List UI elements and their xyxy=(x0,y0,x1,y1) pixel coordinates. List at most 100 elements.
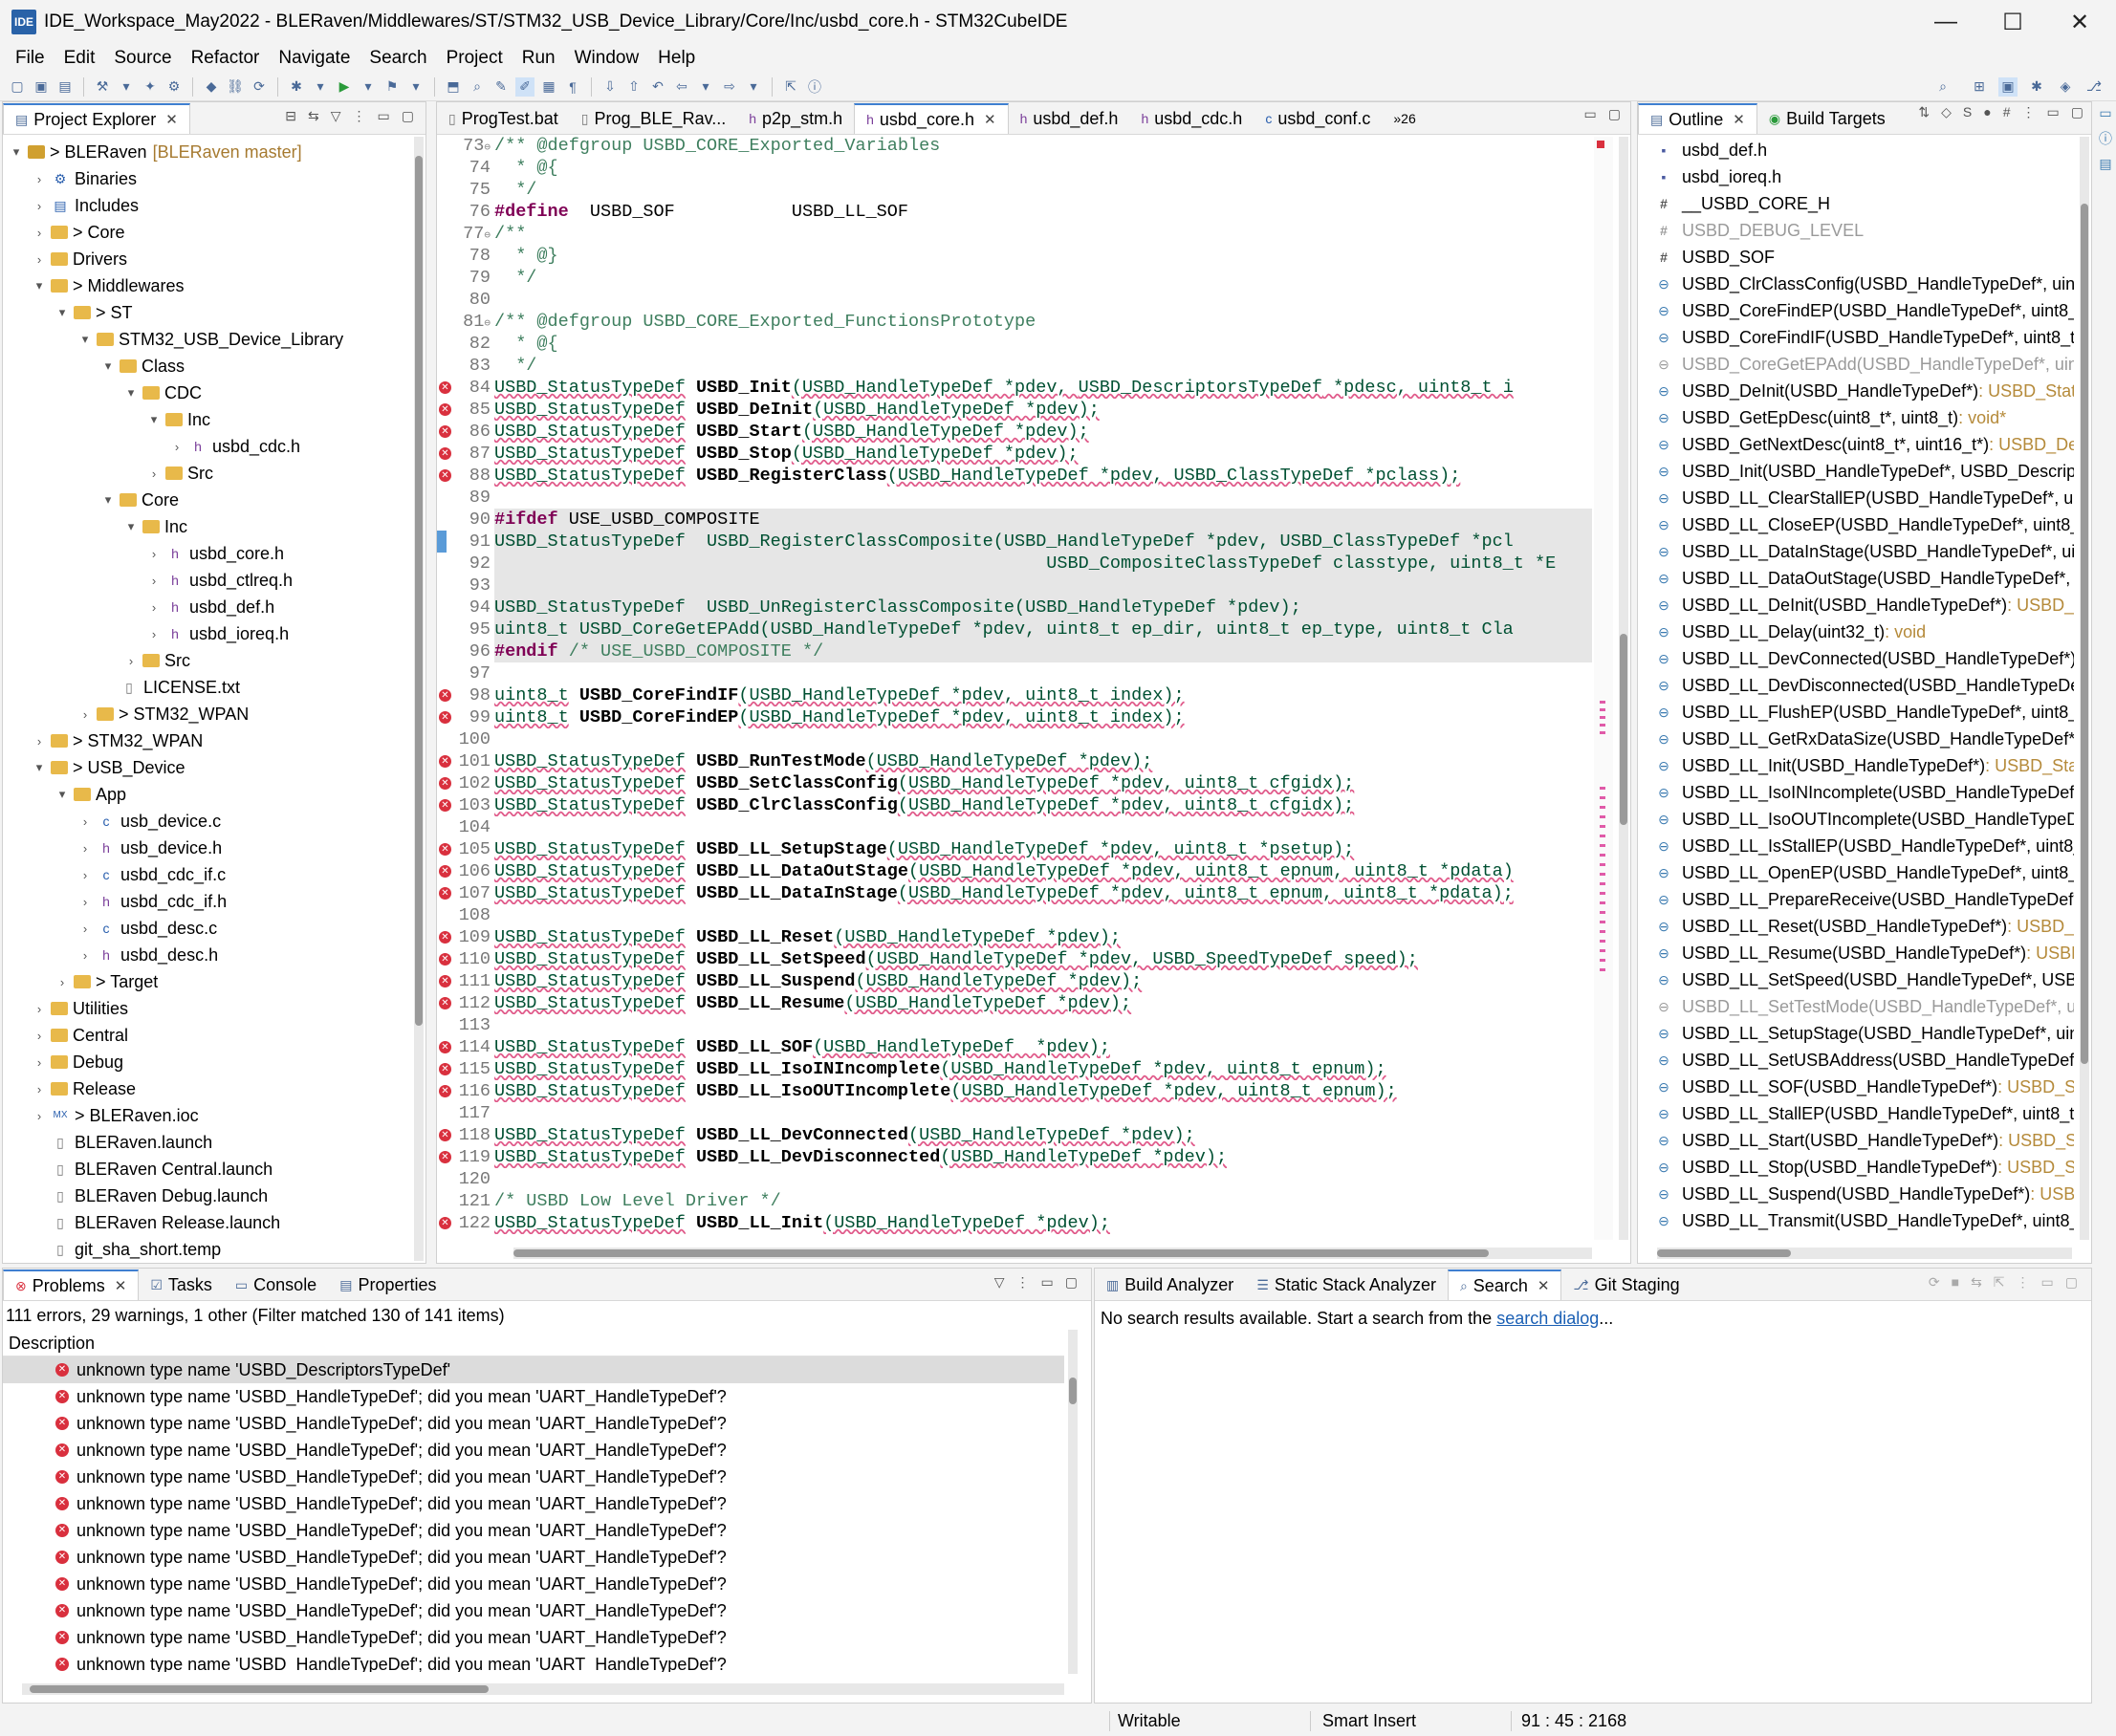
scrollbar-thumb[interactable] xyxy=(1069,1378,1077,1404)
tree-item[interactable]: › Utilities xyxy=(3,995,408,1022)
show-whitespace-icon[interactable]: ¶ xyxy=(563,77,582,97)
problem-row[interactable]: ✕ unknown type name 'USBD_HandleTypeDef';… xyxy=(3,1437,1064,1464)
outline-hscrollbar[interactable] xyxy=(1657,1248,2072,1259)
code-editor[interactable]: 73⊖/** @defgroup USBD_CORE_Exported_Vari… xyxy=(437,135,1592,1240)
toolbox-icon[interactable]: ▤ xyxy=(2099,156,2111,172)
tab-prog-ble-rav[interactable]: ▯ Prog_BLE_Rav... xyxy=(570,103,737,134)
expand-down-icon[interactable]: ▾ xyxy=(55,305,70,320)
minimize-view-icon[interactable]: ▭ xyxy=(1584,106,1597,122)
problem-row[interactable]: ✕ unknown type name 'USBD_HandleTypeDef';… xyxy=(3,1383,1064,1410)
error-marker-icon[interactable]: ✕ xyxy=(439,865,451,878)
outline-item[interactable]: ▪ usbd_def.h xyxy=(1638,137,2074,163)
error-marker-icon[interactable]: ✕ xyxy=(439,689,451,702)
expand-down-icon[interactable]: ▾ xyxy=(123,519,139,534)
error-marker-icon[interactable]: ✕ xyxy=(439,975,451,987)
problem-row[interactable]: ✕ unknown type name 'USBD_HandleTypeDef';… xyxy=(3,1544,1064,1571)
outline-item[interactable]: ⊖ USBD_LL_GetRxDataSize(USBD_HandleTypeDe… xyxy=(1638,726,2074,752)
filter-icon[interactable]: ▽ xyxy=(994,1274,1005,1291)
tab-static-stack-analyzer[interactable]: ☰ Static Stack Analyzer xyxy=(1245,1269,1448,1300)
outline-item[interactable]: ⊖ USBD_LL_SetTestMode(USBD_HandleTypeDef*… xyxy=(1638,993,2074,1020)
perspective-cpp-icon[interactable]: ▣ xyxy=(1998,76,2018,97)
editor-hscrollbar[interactable] xyxy=(513,1248,1592,1259)
minimize-view-icon[interactable]: ▭ xyxy=(378,108,390,124)
forward-icon[interactable]: ⇨ xyxy=(720,77,739,97)
menu-refactor[interactable]: Refactor xyxy=(182,48,270,69)
outline-item[interactable]: ⊖ USBD_LL_DataOutStage(USBD_HandleTypeDef… xyxy=(1638,565,2074,592)
maximize-view-icon[interactable]: ▢ xyxy=(2071,104,2083,120)
outline-item[interactable]: ⊖ USBD_LL_PrepareReceive(USBD_HandleTypeD… xyxy=(1638,886,2074,913)
tree-item[interactable]: › h usbd_def.h xyxy=(3,594,408,620)
pin-editor-icon[interactable]: ⇱ xyxy=(781,77,800,97)
outline-item[interactable]: ⊖ USBD_LL_Transmit(USBD_HandleTypeDef*, u… xyxy=(1638,1207,2074,1234)
filter-icon[interactable]: ▽ xyxy=(331,108,341,124)
search-tool-icon[interactable]: ⌕ xyxy=(468,77,487,97)
tree-item[interactable]: › h usbd_ioreq.h xyxy=(3,620,408,647)
outline-item[interactable]: ⊖ USBD_LL_IsStallEP(USBD_HandleTypeDef*, … xyxy=(1638,833,2074,859)
maximize-view-icon[interactable]: ▢ xyxy=(2065,1274,2078,1291)
tree-item[interactable]: › h usbd_core.h xyxy=(3,540,408,567)
editor-vscrollbar[interactable] xyxy=(1619,137,1628,1240)
minimize-view-icon[interactable]: ▭ xyxy=(1041,1274,1054,1291)
menu-project[interactable]: Project xyxy=(437,48,513,69)
outline-item[interactable]: ⊖ USBD_LL_Reset(USBD_HandleTypeDef*) : US… xyxy=(1638,913,2074,940)
outline-item[interactable]: ▪ usbd_ioreq.h xyxy=(1638,163,2074,190)
cancel-icon[interactable]: ■ xyxy=(1952,1274,1959,1291)
tab-usbd-conf-c[interactable]: c usbd_conf.c xyxy=(1254,103,1382,134)
tree-item[interactable]: › MX > BLERaven.ioc xyxy=(3,1102,408,1129)
fold-icon[interactable]: ⊖ xyxy=(484,318,491,330)
expand-right-icon[interactable]: › xyxy=(55,975,70,989)
tree-item[interactable]: › Central xyxy=(3,1022,408,1049)
block-select-icon[interactable]: ▦ xyxy=(539,77,558,97)
tree-item[interactable]: ▾ > BLERaven [BLERaven master] xyxy=(3,139,408,165)
hide-macros-icon[interactable]: # xyxy=(2003,104,2011,120)
fold-icon[interactable]: ⊖ xyxy=(484,142,491,154)
outline-item[interactable]: ⊖ USBD_CoreFindEP(USBD_HandleTypeDef*, ui… xyxy=(1638,297,2074,324)
outline-item[interactable]: ⊖ USBD_GetEpDesc(uint8_t*, uint8_t) : voi… xyxy=(1638,404,2074,431)
info-icon[interactable]: ⓘ xyxy=(2099,129,2112,148)
last-edit-icon[interactable]: ↶ xyxy=(648,77,667,97)
tree-item[interactable]: › Release xyxy=(3,1075,408,1102)
debug-dropdown-icon[interactable]: ▾ xyxy=(311,77,330,97)
save-icon[interactable]: ▣ xyxy=(32,77,51,97)
tree-item[interactable]: ▾ CDC xyxy=(3,380,408,406)
close-icon[interactable]: ✕ xyxy=(165,111,178,128)
expand-right-icon[interactable]: › xyxy=(32,1082,47,1096)
menu-navigate[interactable]: Navigate xyxy=(269,48,360,69)
expand-right-icon[interactable]: › xyxy=(77,868,93,882)
view-menu-icon[interactable]: ⋮ xyxy=(1016,1274,1030,1291)
outline-item[interactable]: ⊖ USBD_LL_DevConnected(USBD_HandleTypeDef… xyxy=(1638,645,2074,672)
tab-search[interactable]: ⌕ Search ✕ xyxy=(1447,1269,1562,1300)
build-dropdown-icon[interactable]: ▾ xyxy=(117,77,136,97)
view-menu-icon[interactable]: ⋮ xyxy=(353,108,366,124)
outline-item[interactable]: ⊖ USBD_LL_Init(USBD_HandleTypeDef*) : USB… xyxy=(1638,752,2074,779)
expand-right-icon[interactable]: › xyxy=(146,627,162,641)
tree-item[interactable]: ▾ > Middlewares xyxy=(3,272,408,299)
outline-item[interactable]: ⊖ USBD_LL_OpenEP(USBD_HandleTypeDef*, uin… xyxy=(1638,859,2074,886)
expand-right-icon[interactable]: › xyxy=(32,734,47,749)
outline-item[interactable]: ⊖ USBD_LL_IsoOUTIncomplete(USBD_HandleTyp… xyxy=(1638,806,2074,833)
error-marker-icon[interactable]: ✕ xyxy=(439,1085,451,1097)
expand-right-icon[interactable]: › xyxy=(32,252,47,267)
tab-git-staging[interactable]: ⎇ Git Staging xyxy=(1561,1269,1691,1300)
fold-icon[interactable]: ⊖ xyxy=(484,230,491,242)
tree-item[interactable]: › Src xyxy=(3,647,408,674)
error-marker-icon[interactable]: ✕ xyxy=(439,799,451,812)
view-menu-icon[interactable]: ⋮ xyxy=(2017,1274,2030,1291)
tab-console[interactable]: ▭ Console xyxy=(224,1269,328,1300)
tab-usbd-cdc-h[interactable]: h usbd_cdc.h xyxy=(1129,103,1254,134)
debug-icon[interactable]: ✱ xyxy=(287,77,306,97)
save-all-icon[interactable]: ▤ xyxy=(55,77,75,97)
run-icon[interactable]: ▶ xyxy=(335,77,354,97)
tree-item[interactable]: › > Core xyxy=(3,219,408,246)
outline-item[interactable]: ⊖ USBD_DeInit(USBD_HandleTypeDef*) : USBD… xyxy=(1638,378,2074,404)
error-marker-icon[interactable]: ✕ xyxy=(439,887,451,900)
outline-item[interactable]: ⊖ USBD_LL_SetupStage(USBD_HandleTypeDef*,… xyxy=(1638,1020,2074,1047)
external-tools-dropdown-icon[interactable]: ▾ xyxy=(406,77,425,97)
tree-item[interactable]: ▾ App xyxy=(3,781,408,808)
run-dropdown-icon[interactable]: ▾ xyxy=(359,77,378,97)
external-tools-icon[interactable]: ⚑ xyxy=(382,77,402,97)
tree-item[interactable]: ▾ Inc xyxy=(3,513,408,540)
error-marker-icon[interactable]: ✕ xyxy=(439,403,451,416)
expand-right-icon[interactable]: › xyxy=(123,654,139,668)
hide-nonpublic-icon[interactable]: ● xyxy=(1983,104,1991,120)
